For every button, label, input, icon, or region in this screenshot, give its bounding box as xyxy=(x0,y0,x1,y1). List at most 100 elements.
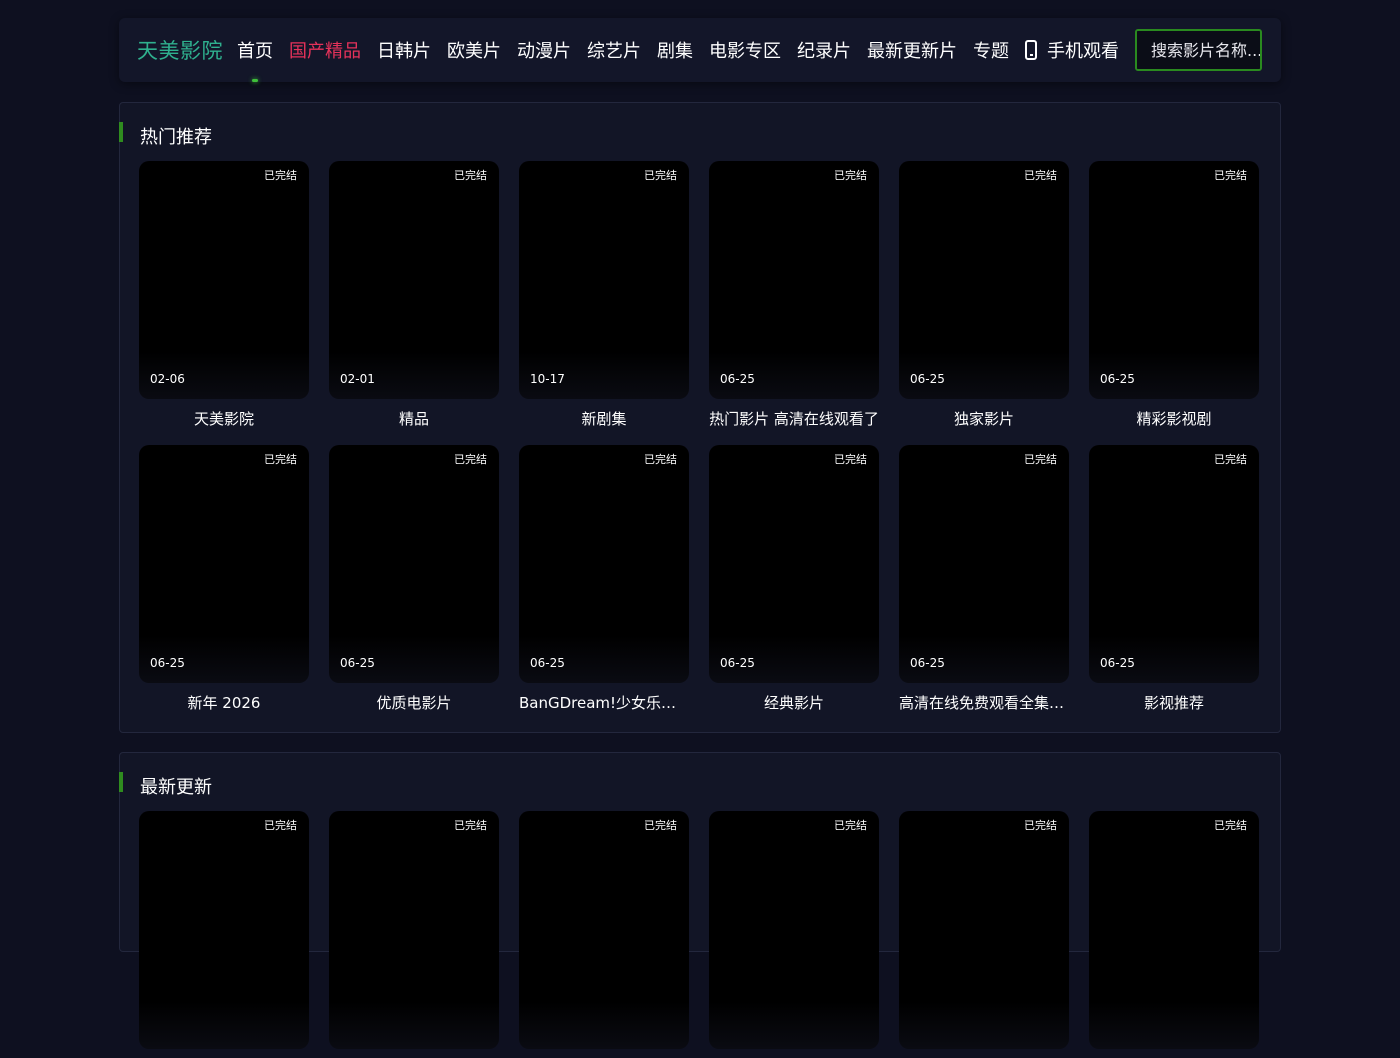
update-date: 06-25 xyxy=(1100,372,1135,386)
status-badge: 已完结 xyxy=(1214,169,1247,182)
video-title[interactable]: 热门影片 高清在线观看了 xyxy=(709,408,879,429)
update-date: 06-25 xyxy=(340,656,375,670)
nav-item-anime[interactable]: 动漫片 xyxy=(517,18,571,82)
status-badge: 已完结 xyxy=(644,453,677,466)
search-input[interactable] xyxy=(1137,31,1260,69)
video-poster[interactable]: 已完结 06-25 xyxy=(1089,445,1259,683)
video-title[interactable]: BanGDream!少女乐团派对第二季 xyxy=(519,692,689,713)
video-card[interactable]: 已完结 xyxy=(139,811,309,1058)
video-card[interactable]: 已完结 06-25 经典影片 xyxy=(709,445,879,713)
video-card[interactable]: 已完结 xyxy=(899,811,1069,1058)
video-title[interactable]: 优质电影片 xyxy=(329,692,499,713)
video-poster[interactable]: 已完结 06-25 xyxy=(899,445,1069,683)
nav-item-home[interactable]: 首页 xyxy=(237,18,273,82)
nav-item-label: 剧集 xyxy=(657,41,693,62)
update-date: 06-25 xyxy=(530,656,565,670)
nav-item-mobile[interactable]: 手机观看 xyxy=(1025,18,1119,82)
video-poster[interactable]: 已完结 xyxy=(139,811,309,1049)
video-poster[interactable]: 已完结 06-25 xyxy=(519,445,689,683)
video-grid: 已完结 已完结 已完结 已完结 已完结 已完结 xyxy=(139,811,1259,1058)
video-card[interactable]: 已完结 02-01 精品 xyxy=(329,161,499,429)
video-title[interactable]: 精彩影视剧 xyxy=(1089,408,1259,429)
video-poster[interactable]: 已完结 06-25 xyxy=(709,161,879,399)
nav-hover-indicator xyxy=(252,79,258,82)
video-grid: 已完结 02-06 天美影院 已完结 02-01 精品 已完结 10-17 新剧集 已完结 06-2… xyxy=(139,161,1259,713)
nav-item-movies[interactable]: 电影专区 xyxy=(709,18,781,82)
update-date: 06-25 xyxy=(1100,656,1135,670)
video-title[interactable]: 新剧集 xyxy=(519,408,689,429)
search-bar xyxy=(1135,29,1262,71)
video-card[interactable]: 已完结 06-25 精彩影视剧 xyxy=(1089,161,1259,429)
nav-item-series[interactable]: 剧集 xyxy=(657,18,693,82)
video-card[interactable]: 已完结 02-06 天美影院 xyxy=(139,161,309,429)
video-card[interactable]: 已完结 xyxy=(519,811,689,1058)
status-badge: 已完结 xyxy=(834,169,867,182)
update-date: 10-17 xyxy=(530,372,565,386)
nav-item-documentary[interactable]: 纪录片 xyxy=(797,18,851,82)
video-poster[interactable]: 已完结 02-01 xyxy=(329,161,499,399)
video-title[interactable]: 高清在线免费观看全集完整 xyxy=(899,692,1069,713)
section-title: 热门推荐 xyxy=(140,127,212,148)
video-poster[interactable]: 已完结 06-25 xyxy=(709,445,879,683)
video-title[interactable]: 独家影片 xyxy=(899,408,1069,429)
video-poster[interactable]: 已完结 06-25 xyxy=(1089,161,1259,399)
status-badge: 已完结 xyxy=(834,819,867,832)
nav-item-label: 最新更新片 xyxy=(867,41,957,62)
nav-item-label: 动漫片 xyxy=(517,41,571,62)
video-poster[interactable]: 已完结 06-25 xyxy=(899,161,1069,399)
video-card[interactable]: 已完结 06-25 独家影片 xyxy=(899,161,1069,429)
nav-item-latest[interactable]: 最新更新片 xyxy=(867,18,957,82)
video-poster[interactable]: 已完结 xyxy=(519,811,689,1049)
status-badge: 已完结 xyxy=(264,169,297,182)
nav-item-label: 日韩片 xyxy=(377,41,431,62)
nav-item-topics[interactable]: 专题 xyxy=(973,18,1009,82)
nav-item-label: 国产精品 xyxy=(289,41,361,62)
nav-item-domestic[interactable]: 国产精品 xyxy=(289,18,361,82)
update-date: 06-25 xyxy=(720,372,755,386)
video-card[interactable]: 已完结 06-25 高清在线免费观看全集完整 xyxy=(899,445,1069,713)
section-hot: 热门推荐 已完结 02-06 天美影院 已完结 02-01 精品 已完结 10-17 新剧集 已完… xyxy=(119,102,1281,733)
video-poster[interactable]: 已完结 06-25 xyxy=(329,445,499,683)
video-card[interactable]: 已完结 06-25 影视推荐 xyxy=(1089,445,1259,713)
video-card[interactable]: 已完结 06-25 BanGDream!少女乐团派对第二季 xyxy=(519,445,689,713)
video-card[interactable]: 已完结 06-25 热门影片 高清在线观看了 xyxy=(709,161,879,429)
nav-item-label: 手机观看 xyxy=(1047,41,1119,62)
nav-item-jpkr[interactable]: 日韩片 xyxy=(377,18,431,82)
video-card[interactable]: 已完结 10-17 新剧集 xyxy=(519,161,689,429)
nav-item-label: 纪录片 xyxy=(797,41,851,62)
video-poster[interactable]: 已完结 xyxy=(329,811,499,1049)
nav-item-variety[interactable]: 综艺片 xyxy=(587,18,641,82)
status-badge: 已完结 xyxy=(1024,169,1057,182)
site-header: 天美影院 首页 国产精品 日韩片 欧美片 动漫片 综艺片 剧集 电影专区 纪录片 xyxy=(119,18,1281,82)
main-nav: 首页 国产精品 日韩片 欧美片 动漫片 综艺片 剧集 电影专区 纪录片 最新更新… xyxy=(237,18,1135,82)
status-badge: 已完结 xyxy=(264,819,297,832)
video-poster[interactable]: 已完结 06-25 xyxy=(139,445,309,683)
video-card[interactable]: 已完结 xyxy=(1089,811,1259,1058)
video-poster[interactable]: 已完结 10-17 xyxy=(519,161,689,399)
nav-item-label: 电影专区 xyxy=(709,41,781,62)
video-card[interactable]: 已完结 06-25 新年 2026 xyxy=(139,445,309,713)
video-card[interactable]: 已完结 xyxy=(329,811,499,1058)
video-card[interactable]: 已完结 06-25 优质电影片 xyxy=(329,445,499,713)
video-poster[interactable]: 已完结 02-06 xyxy=(139,161,309,399)
video-title[interactable]: 新年 2026 xyxy=(139,692,309,713)
video-card[interactable]: 已完结 xyxy=(709,811,879,1058)
section-latest: 最新更新 已完结 已完结 已完结 已完结 已完结 已完结 xyxy=(119,752,1281,1049)
section-title-accent xyxy=(119,122,123,142)
nav-item-western[interactable]: 欧美片 xyxy=(447,18,501,82)
video-poster[interactable]: 已完结 xyxy=(899,811,1069,1049)
nav-item-label: 专题 xyxy=(973,41,1009,62)
status-badge: 已完结 xyxy=(644,819,677,832)
status-badge: 已完结 xyxy=(454,169,487,182)
video-title[interactable]: 精品 xyxy=(329,408,499,429)
video-poster[interactable]: 已完结 xyxy=(709,811,879,1049)
update-date: 06-25 xyxy=(720,656,755,670)
video-title[interactable]: 经典影片 xyxy=(709,692,879,713)
video-poster[interactable]: 已完结 xyxy=(1089,811,1259,1049)
section-title: 最新更新 xyxy=(140,777,212,798)
video-title[interactable]: 天美影院 xyxy=(139,408,309,429)
status-badge: 已完结 xyxy=(454,453,487,466)
site-logo[interactable]: 天美影院 xyxy=(137,35,223,65)
video-title[interactable]: 影视推荐 xyxy=(1089,692,1259,713)
phone-icon xyxy=(1025,40,1037,60)
